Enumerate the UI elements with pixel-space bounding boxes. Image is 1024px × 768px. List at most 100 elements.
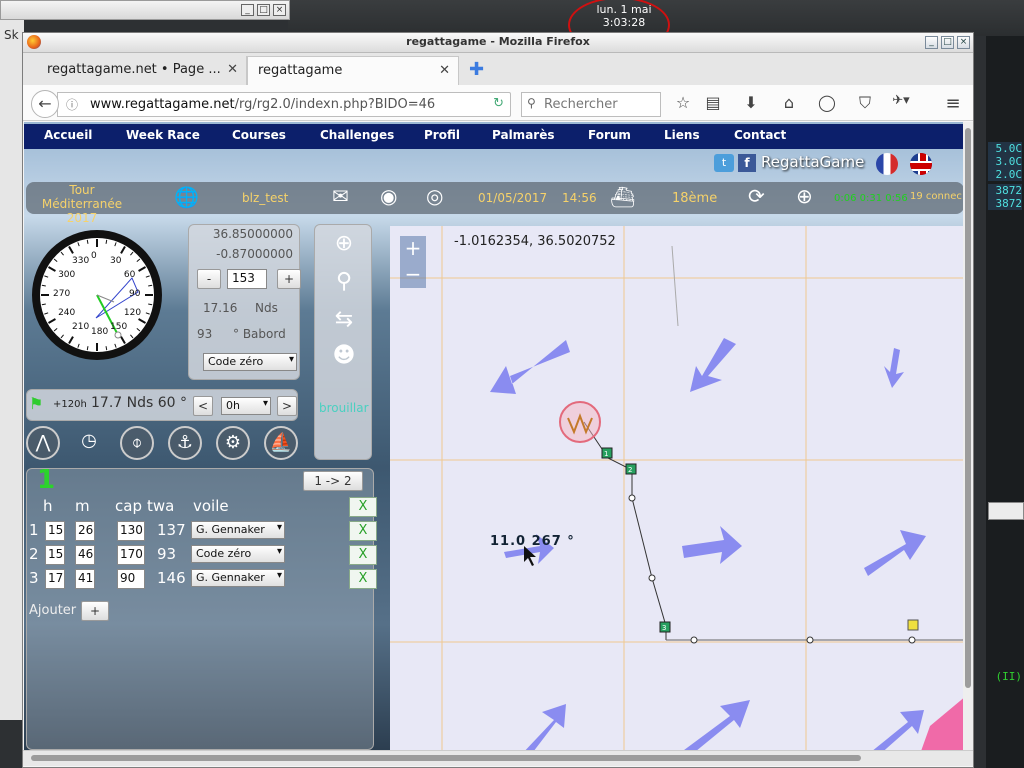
zoom-in-button[interactable]: + <box>400 236 426 262</box>
menu-profil[interactable]: Profil <box>424 128 460 142</box>
sailing-map[interactable]: 1 2 3 + − -1.0162354, 36.5020752 11.0 26… <box>390 226 964 750</box>
popup-window-titlebar[interactable] <box>988 502 1024 520</box>
zoom-search-icon[interactable]: ⚲ <box>330 269 358 297</box>
clock-programmer-icon[interactable]: ◷ <box>72 426 106 460</box>
update-timers: 0:06 0:31 0:56 <box>834 193 908 204</box>
clear-all-button[interactable]: X <box>349 497 377 517</box>
forecast-next-button[interactable]: > <box>277 396 297 416</box>
reading-list-icon[interactable]: ▤ <box>701 93 725 115</box>
compass[interactable]: 0 30 60 90 120 150 180 210 240 270 300 330 <box>32 230 162 360</box>
hour-input[interactable]: 17 <box>45 569 65 589</box>
globe-icon[interactable]: 🌐 <box>174 185 199 209</box>
minute-input[interactable]: 26 <box>75 521 95 541</box>
minimize-icon[interactable]: _ <box>925 36 938 49</box>
menu-forum[interactable]: Forum <box>588 128 631 142</box>
search-icon: ⚲ <box>527 96 536 110</box>
compass-tick <box>77 343 80 348</box>
compass-tick <box>41 303 46 306</box>
background-window-titlebar[interactable]: _ □ × <box>0 0 290 20</box>
menu-courses[interactable]: Courses <box>232 128 286 142</box>
gauge-icon[interactable]: ◎ <box>426 184 443 208</box>
add-label: Ajouter <box>29 603 77 618</box>
maximize-icon[interactable]: □ <box>941 36 954 49</box>
lifebuoy-icon[interactable]: ⊕ <box>796 184 813 208</box>
tab-close-icon[interactable]: ✕ <box>227 62 238 77</box>
french-flag-icon[interactable] <box>876 153 898 175</box>
sail-select[interactable]: G. Gennaker <box>191 521 285 539</box>
forecast-prev-button[interactable]: < <box>193 396 213 416</box>
minimize-icon[interactable]: _ <box>241 4 254 16</box>
cap-input[interactable]: 90 <box>117 569 145 589</box>
heading-input[interactable]: 153 <box>227 269 267 289</box>
heading-decrease-button[interactable]: - <box>197 269 221 289</box>
add-waypoint-button[interactable]: + <box>81 601 109 621</box>
minute-input[interactable]: 46 <box>75 545 95 565</box>
window-titlebar[interactable]: regattagame - Mozilla Firefox _ □ × <box>23 33 973 53</box>
minute-input[interactable]: 41 <box>75 569 95 589</box>
tab-close-icon[interactable]: ✕ <box>439 63 450 78</box>
heading-increase-button[interactable]: + <box>277 269 301 289</box>
sail-select[interactable]: Code zéro <box>203 353 297 371</box>
scroll-thumb[interactable] <box>31 755 861 761</box>
mail-icon[interactable]: ✉ <box>332 184 349 208</box>
hour-input[interactable]: 15 <box>45 521 65 541</box>
extension-icon[interactable]: ✈▾ <box>889 93 913 115</box>
twitter-icon[interactable]: t <box>714 154 734 172</box>
menu-palmares[interactable]: Palmarès <box>492 128 554 142</box>
sail-select[interactable]: G. Gennaker <box>191 569 285 587</box>
bookmark-star-icon[interactable]: ☆ <box>671 93 695 115</box>
info-icon[interactable]: ⓘ <box>66 96 78 113</box>
route-icon[interactable]: ⋀ <box>26 426 60 460</box>
profile-icon[interactable]: ◉ <box>380 184 397 208</box>
cap-input[interactable]: 130 <box>117 521 145 541</box>
sextant-icon[interactable]: ⚓ <box>168 426 202 460</box>
menu-liens[interactable]: Liens <box>664 128 700 142</box>
horizontal-scrollbar[interactable] <box>23 750 973 766</box>
range-button[interactable]: 1 -> 2 <box>303 471 363 491</box>
boat-marker[interactable] <box>559 401 601 443</box>
maximize-icon[interactable]: □ <box>257 4 270 16</box>
heading-handle[interactable] <box>114 331 122 339</box>
waypoint-markers[interactable] <box>601 447 919 633</box>
home-icon[interactable]: ⌂ <box>777 93 801 115</box>
menu-accueil[interactable]: Accueil <box>44 128 92 142</box>
sail-select[interactable]: Code zéro <box>191 545 285 563</box>
ship-icon[interactable]: ⛴ <box>610 185 635 209</box>
compass-label: 30 <box>110 256 122 267</box>
reload-icon[interactable]: ↻ <box>493 96 504 111</box>
sail-icon[interactable]: ⛵ <box>264 426 298 460</box>
chat-icon[interactable]: ◯ <box>815 93 839 115</box>
tab-regattagame[interactable]: regattagame ✕ <box>247 56 459 85</box>
refresh-icon[interactable]: ⟳ <box>748 184 765 208</box>
forecast-offset-select[interactable]: 0h <box>221 397 271 415</box>
downloads-icon[interactable]: ⬇ <box>739 93 763 115</box>
menu-challenges[interactable]: Challenges <box>320 128 394 142</box>
close-icon[interactable]: × <box>273 4 286 16</box>
url-bar[interactable]: ⓘ www.regattagame.net/rg/rg2.0/indexn.ph… <box>57 92 511 117</box>
smiley-icon[interactable]: ☻ <box>330 343 358 371</box>
zoom-out-button[interactable]: − <box>400 262 426 288</box>
cap-input[interactable]: 170 <box>117 545 145 565</box>
menu-contact[interactable]: Contact <box>734 128 786 142</box>
close-icon[interactable]: × <box>957 36 970 49</box>
menu-week-race[interactable]: Week Race <box>126 128 200 142</box>
polar-icon[interactable]: ⌽ <box>120 426 154 460</box>
scroll-thumb[interactable] <box>965 128 971 688</box>
compass-tick <box>130 334 134 339</box>
search-input[interactable]: ⚲ Rechercher <box>521 92 661 117</box>
swap-arrows-icon[interactable]: ⇆ <box>330 307 358 335</box>
vertical-scrollbar[interactable] <box>963 122 973 750</box>
delete-row-button[interactable]: X <box>349 569 377 589</box>
pocket-icon[interactable]: ⛉ <box>853 93 877 115</box>
delete-row-button[interactable]: X <box>349 545 377 565</box>
uk-flag-icon[interactable] <box>910 153 932 175</box>
back-button[interactable]: ← <box>31 90 59 118</box>
delete-row-button[interactable]: X <box>349 521 377 541</box>
facebook-icon[interactable]: f <box>738 154 756 172</box>
crosshair-icon[interactable]: ⊕ <box>330 231 358 259</box>
settings-gear-icon[interactable]: ⚙ <box>216 426 250 460</box>
menu-hamburger-icon[interactable]: ≡ <box>941 93 965 115</box>
hour-input[interactable]: 15 <box>45 545 65 565</box>
new-tab-icon[interactable]: ✚ <box>469 59 484 80</box>
tab-regattagame-forum[interactable]: regattagame.net • Page ... ✕ <box>37 56 247 85</box>
